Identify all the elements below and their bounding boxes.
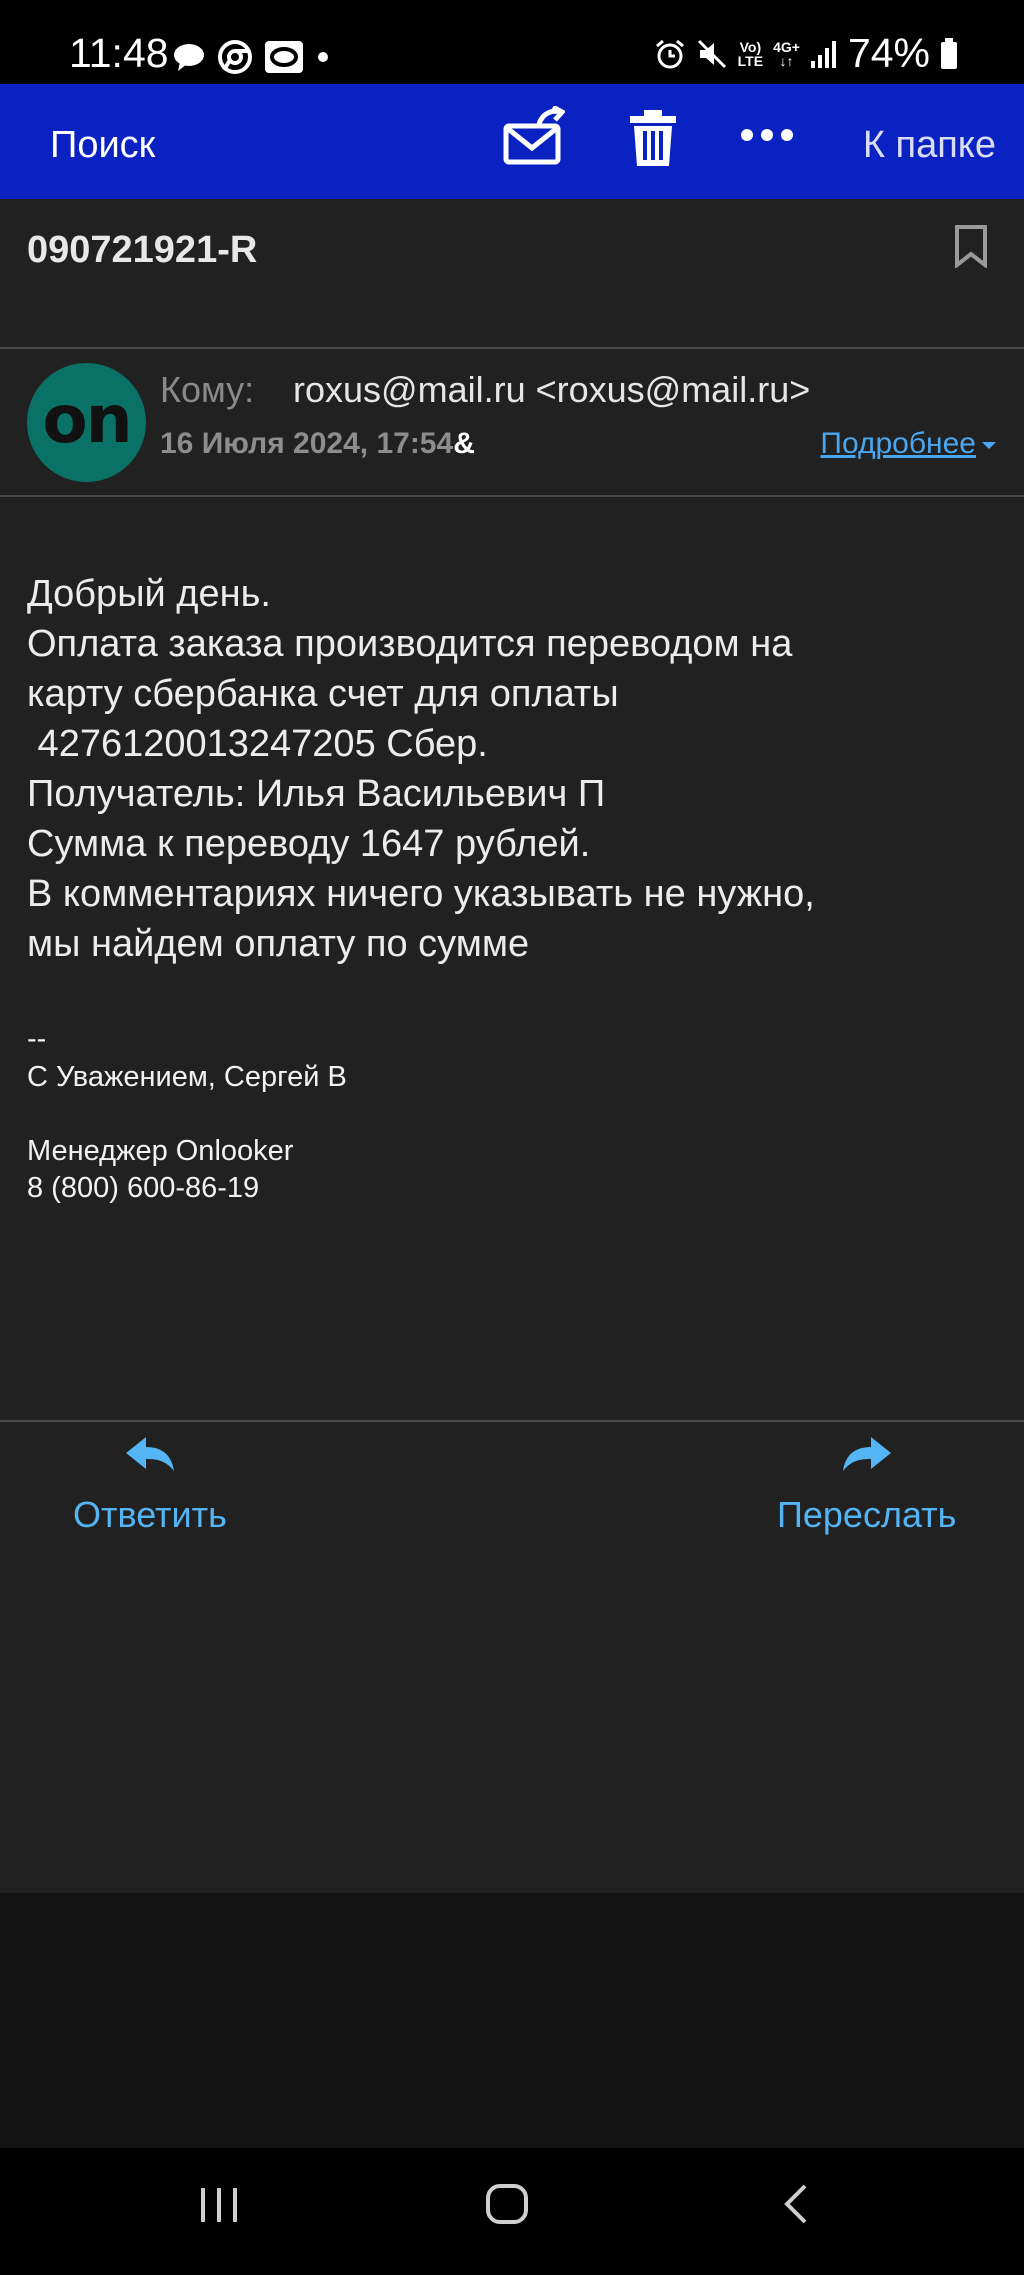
status-system-icons: Vo) LTE 4G+ ↓↑ 74% bbox=[654, 30, 958, 77]
meta-divider bbox=[0, 495, 1024, 497]
email-body: Добрый день. Оплата заказа производится … bbox=[27, 569, 1007, 969]
to-label: Кому: bbox=[160, 369, 255, 410]
mute-icon bbox=[697, 39, 726, 68]
home-icon[interactable] bbox=[485, 2180, 529, 2228]
signature-phone: 8 (800) 600-86-19 bbox=[27, 1172, 260, 1204]
navigation-bar bbox=[0, 2148, 1024, 2275]
search-button[interactable]: Поиск bbox=[50, 124, 155, 167]
actions-divider bbox=[0, 1420, 1024, 1422]
avatar: on bbox=[27, 363, 146, 482]
forward-button[interactable]: Переслать bbox=[777, 1435, 956, 1536]
forward-icon bbox=[842, 1437, 891, 1471]
dot-icon bbox=[318, 52, 328, 62]
mark-unread-icon[interactable] bbox=[503, 106, 565, 168]
body-line: Оплата заказа производится переводом на bbox=[27, 623, 793, 665]
signal-icon bbox=[810, 40, 836, 68]
body-line: карту сбербанка счет для оплаты bbox=[27, 673, 619, 715]
recents-icon[interactable] bbox=[198, 2180, 242, 2228]
signature-separator: -- bbox=[27, 1023, 47, 1055]
caret-down-icon bbox=[982, 441, 996, 449]
signature-title: Менеджер Onlooker bbox=[27, 1135, 294, 1167]
details-link[interactable]: Подробнее bbox=[820, 427, 996, 461]
body-line: Получатель: Илья Васильевич П bbox=[27, 773, 606, 815]
chat-bubble-icon bbox=[174, 44, 204, 71]
reply-label: Ответить bbox=[73, 1494, 227, 1535]
status-time: 11:48 bbox=[69, 30, 169, 76]
chrome-icon bbox=[218, 40, 252, 74]
top-toolbar: Поиск К папке bbox=[0, 84, 1024, 199]
body-line: 4276120013247205 Сбер. bbox=[27, 723, 488, 765]
body-line: В комментариях ничего указывать не нужно… bbox=[27, 873, 815, 915]
avatar-logo: on bbox=[42, 381, 132, 458]
signature-regards: С Уважением, Сергей В bbox=[27, 1061, 347, 1093]
app-o-icon bbox=[265, 41, 303, 73]
body-line: Добрый день. bbox=[27, 573, 271, 615]
bookmark-icon[interactable] bbox=[954, 224, 988, 268]
volte-icon: Vo) LTE bbox=[737, 38, 764, 69]
header-divider bbox=[0, 347, 1024, 349]
4g-icon: 4G+ ↓↑ bbox=[773, 38, 800, 69]
recipient-address: roxus@mail.ru <roxus@mail.ru> bbox=[293, 369, 811, 410]
back-icon[interactable] bbox=[779, 2180, 813, 2228]
body-line: мы найдем оплату по сумме bbox=[27, 923, 530, 965]
back-to-folder-button[interactable]: К папке bbox=[863, 124, 996, 167]
email-view: 090721921-R on Кому: roxus@mail.ru <roxu… bbox=[0, 199, 1024, 1893]
email-date: 16 Июля 2024, 17:54& bbox=[160, 427, 475, 460]
status-notification-icons bbox=[172, 40, 330, 74]
battery-percent: 74% bbox=[847, 30, 930, 76]
status-bar: 11:48 Vo) LTE 4G+ ↓↑ 74% bbox=[0, 0, 1024, 84]
reply-icon bbox=[125, 1437, 174, 1471]
alarm-icon bbox=[655, 39, 684, 68]
trash-icon[interactable] bbox=[628, 106, 678, 168]
empty-area bbox=[0, 1893, 1024, 2148]
reply-button[interactable]: Ответить bbox=[73, 1435, 227, 1536]
more-icon[interactable] bbox=[740, 128, 794, 142]
forward-label: Переслать bbox=[777, 1494, 957, 1535]
email-subject: 090721921-R bbox=[27, 229, 258, 271]
battery-icon bbox=[941, 37, 957, 69]
body-line: Сумма к переводу 1647 рублей. bbox=[27, 823, 591, 865]
